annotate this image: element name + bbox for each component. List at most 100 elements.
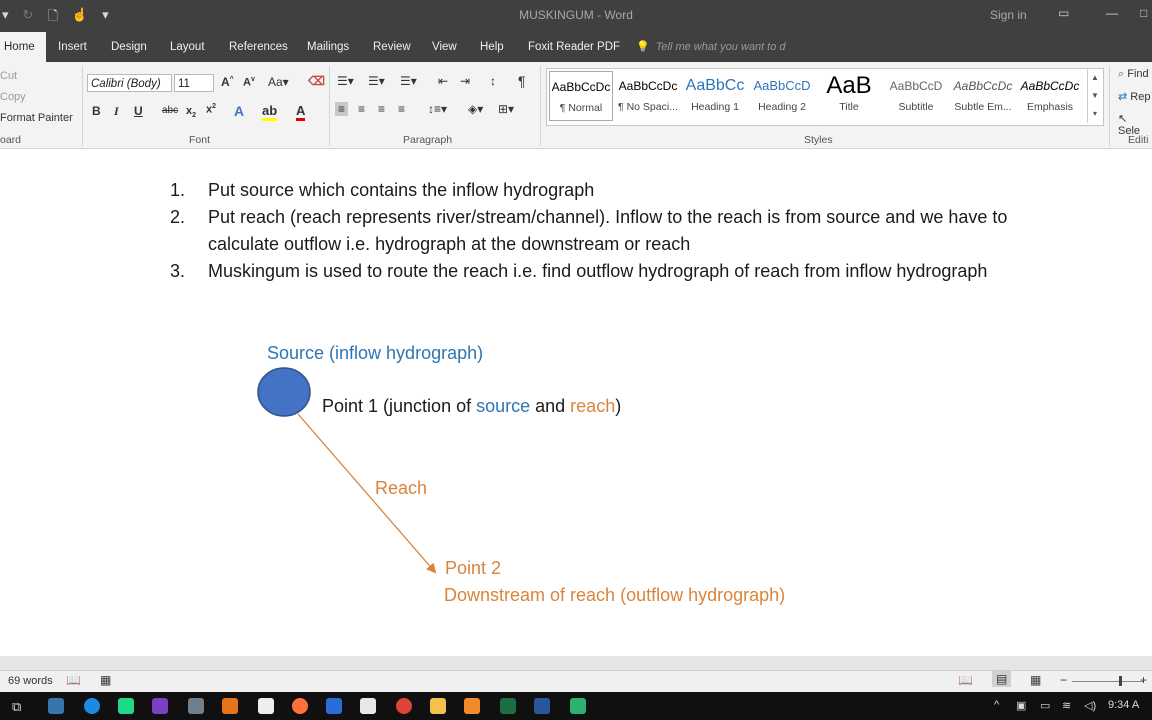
sign-in-link[interactable]: Sign in (990, 8, 1027, 22)
chrome-icon[interactable] (396, 698, 412, 714)
macro-record-icon[interactable]: ▦ (100, 673, 111, 687)
style-sample: AaBbCcDc (1020, 79, 1080, 93)
style-title[interactable]: AaB Title (817, 71, 881, 121)
format-painter-button[interactable]: Format Painter (0, 112, 73, 124)
word-icon[interactable] (534, 698, 550, 714)
style-subtitle[interactable]: AaBbCcD Subtitle (884, 71, 948, 121)
clock[interactable]: 9:34 A (1108, 699, 1139, 711)
calendar-app-icon[interactable] (326, 698, 342, 714)
align-left-button[interactable]: ≡ (335, 102, 349, 116)
style-normal[interactable]: AaBbCcDc ¶ Normal (549, 71, 613, 121)
subscript-button[interactable]: x2 (186, 105, 196, 119)
shrink-font-icon[interactable]: Av (243, 76, 255, 89)
print-layout-icon[interactable]: ▤ (992, 671, 1012, 687)
tell-me-search[interactable]: 💡 Tell me what you want to d (636, 32, 786, 62)
change-case-icon[interactable]: Aa▾ (268, 75, 289, 89)
downstream-label: Downstream of reach (outflow hydrograph) (444, 585, 786, 605)
minimize-icon[interactable]: — (1106, 6, 1118, 20)
font-size-box[interactable]: 11 (174, 74, 214, 92)
source-node-circle[interactable] (257, 367, 311, 417)
bold-button[interactable]: B (92, 104, 101, 118)
pycharm-icon[interactable] (118, 698, 134, 714)
excel-icon[interactable] (500, 698, 516, 714)
zoom-slider-thumb[interactable] (1119, 676, 1122, 686)
zoom-out-icon[interactable]: − (1060, 673, 1067, 687)
zoom-slider[interactable] (1072, 681, 1144, 682)
italic-button[interactable]: I (114, 104, 119, 119)
numbering-icon[interactable]: ☰▾ (368, 74, 385, 88)
font-name-box[interactable]: Calibri (Body) (87, 74, 172, 92)
file-explorer-icon[interactable] (430, 698, 446, 714)
style-sample: AaBbCcD (753, 78, 811, 93)
point1-suffix: ) (615, 396, 622, 416)
style-sample: AaBbCcDc (618, 79, 678, 93)
sort-icon[interactable]: ↕ (490, 74, 496, 88)
decrease-indent-icon[interactable]: ⇤ (438, 74, 448, 88)
cut-button[interactable]: Cut (0, 70, 17, 82)
replace-button[interactable]: ⇄ Rep (1118, 90, 1150, 103)
wifi-icon[interactable]: ≋ (1062, 699, 1071, 712)
tab-home[interactable]: Home (0, 32, 46, 62)
firefox-icon[interactable] (292, 698, 308, 714)
tray-app-icon[interactable]: ▣ (1016, 699, 1026, 712)
find-button[interactable]: ⌕ Find (1118, 68, 1149, 81)
tab-design[interactable]: Design (111, 32, 147, 62)
align-right-button[interactable]: ≡ (378, 102, 385, 116)
zoom-in-icon[interactable]: + (1140, 673, 1147, 687)
tab-foxit-reader-pdf[interactable]: Foxit Reader PDF (528, 32, 620, 62)
ribbon-display-options-icon[interactable]: ▭ (1058, 6, 1069, 20)
styles-scroll[interactable]: ▲ ▼ ▾ (1087, 69, 1102, 123)
tab-insert[interactable]: Insert (58, 32, 87, 62)
tab-view[interactable]: View (432, 32, 457, 62)
read-mode-icon[interactable]: 📖 (958, 673, 973, 687)
line-spacing-icon[interactable]: ↕≡▾ (428, 102, 447, 116)
mail-icon[interactable] (258, 698, 274, 714)
underline-button[interactable]: U (134, 104, 143, 118)
tab-mailings[interactable]: Mailings (307, 32, 349, 62)
app-icon[interactable] (188, 698, 204, 714)
multilevel-list-icon[interactable]: ☰▾ (400, 74, 417, 88)
photos-icon[interactable] (570, 698, 586, 714)
show-formatting-marks-icon[interactable]: ¶ (518, 73, 526, 89)
edge-browser-icon[interactable] (84, 698, 100, 714)
style-heading-2[interactable]: AaBbCcD Heading 2 (750, 71, 814, 121)
tab-layout[interactable]: Layout (170, 32, 205, 62)
style-subtle-emphasis[interactable]: AaBbCcDc Subtle Em... (951, 71, 1015, 121)
app-orange-icon[interactable] (464, 698, 480, 714)
font-color-icon[interactable]: A (296, 103, 306, 121)
show-hidden-icons-icon[interactable]: ^ (994, 699, 999, 711)
clear-formatting-icon[interactable]: ⌫ (308, 74, 325, 88)
visual-studio-icon[interactable] (152, 698, 168, 714)
bullets-icon[interactable]: ☰▾ (337, 74, 354, 88)
style-no-spacing[interactable]: AaBbCcDc ¶ No Spaci... (616, 71, 680, 121)
grow-font-icon[interactable]: A^ (221, 75, 234, 89)
style-emphasis[interactable]: AaBbCcDc Emphasis (1018, 71, 1082, 121)
tab-help[interactable]: Help (480, 32, 504, 62)
word-count[interactable]: 69 words (8, 675, 53, 687)
matlab-icon[interactable] (222, 698, 238, 714)
tray-battery-icon[interactable]: ▭ (1040, 699, 1050, 712)
store-icon[interactable] (360, 698, 376, 714)
maximize-icon[interactable]: □ (1140, 6, 1147, 20)
justify-button[interactable]: ≡ (398, 102, 405, 116)
strikethrough-button[interactable]: abc (162, 105, 178, 116)
shading-icon[interactable]: ◈▾ (468, 102, 483, 116)
tab-references[interactable]: References (229, 32, 288, 62)
tab-review[interactable]: Review (373, 32, 411, 62)
borders-icon[interactable]: ⊞▾ (498, 102, 514, 116)
copy-button[interactable]: Copy (0, 91, 26, 103)
align-center-button[interactable]: ≡ (358, 102, 365, 116)
style-heading-1[interactable]: AaBbCc Heading 1 (683, 71, 747, 121)
style-name: ¶ No Spaci... (618, 101, 678, 113)
web-layout-icon[interactable]: ▦ (1030, 673, 1041, 687)
document-page[interactable]: 1. Put source which contains the inflow … (0, 149, 1152, 656)
proofing-icon[interactable]: 📖 (66, 673, 81, 687)
superscript-button[interactable]: x2 (206, 103, 216, 116)
text-effects-icon[interactable]: A (234, 103, 244, 119)
python-icon[interactable] (48, 698, 64, 714)
increase-indent-icon[interactable]: ⇥ (460, 74, 470, 88)
task-view-icon[interactable]: ⧉ (12, 699, 21, 715)
point1-prefix: Point 1 (junction of (322, 396, 477, 416)
highlight-color-icon[interactable]: ab (262, 103, 278, 121)
volume-icon[interactable]: ◁) (1084, 699, 1096, 712)
